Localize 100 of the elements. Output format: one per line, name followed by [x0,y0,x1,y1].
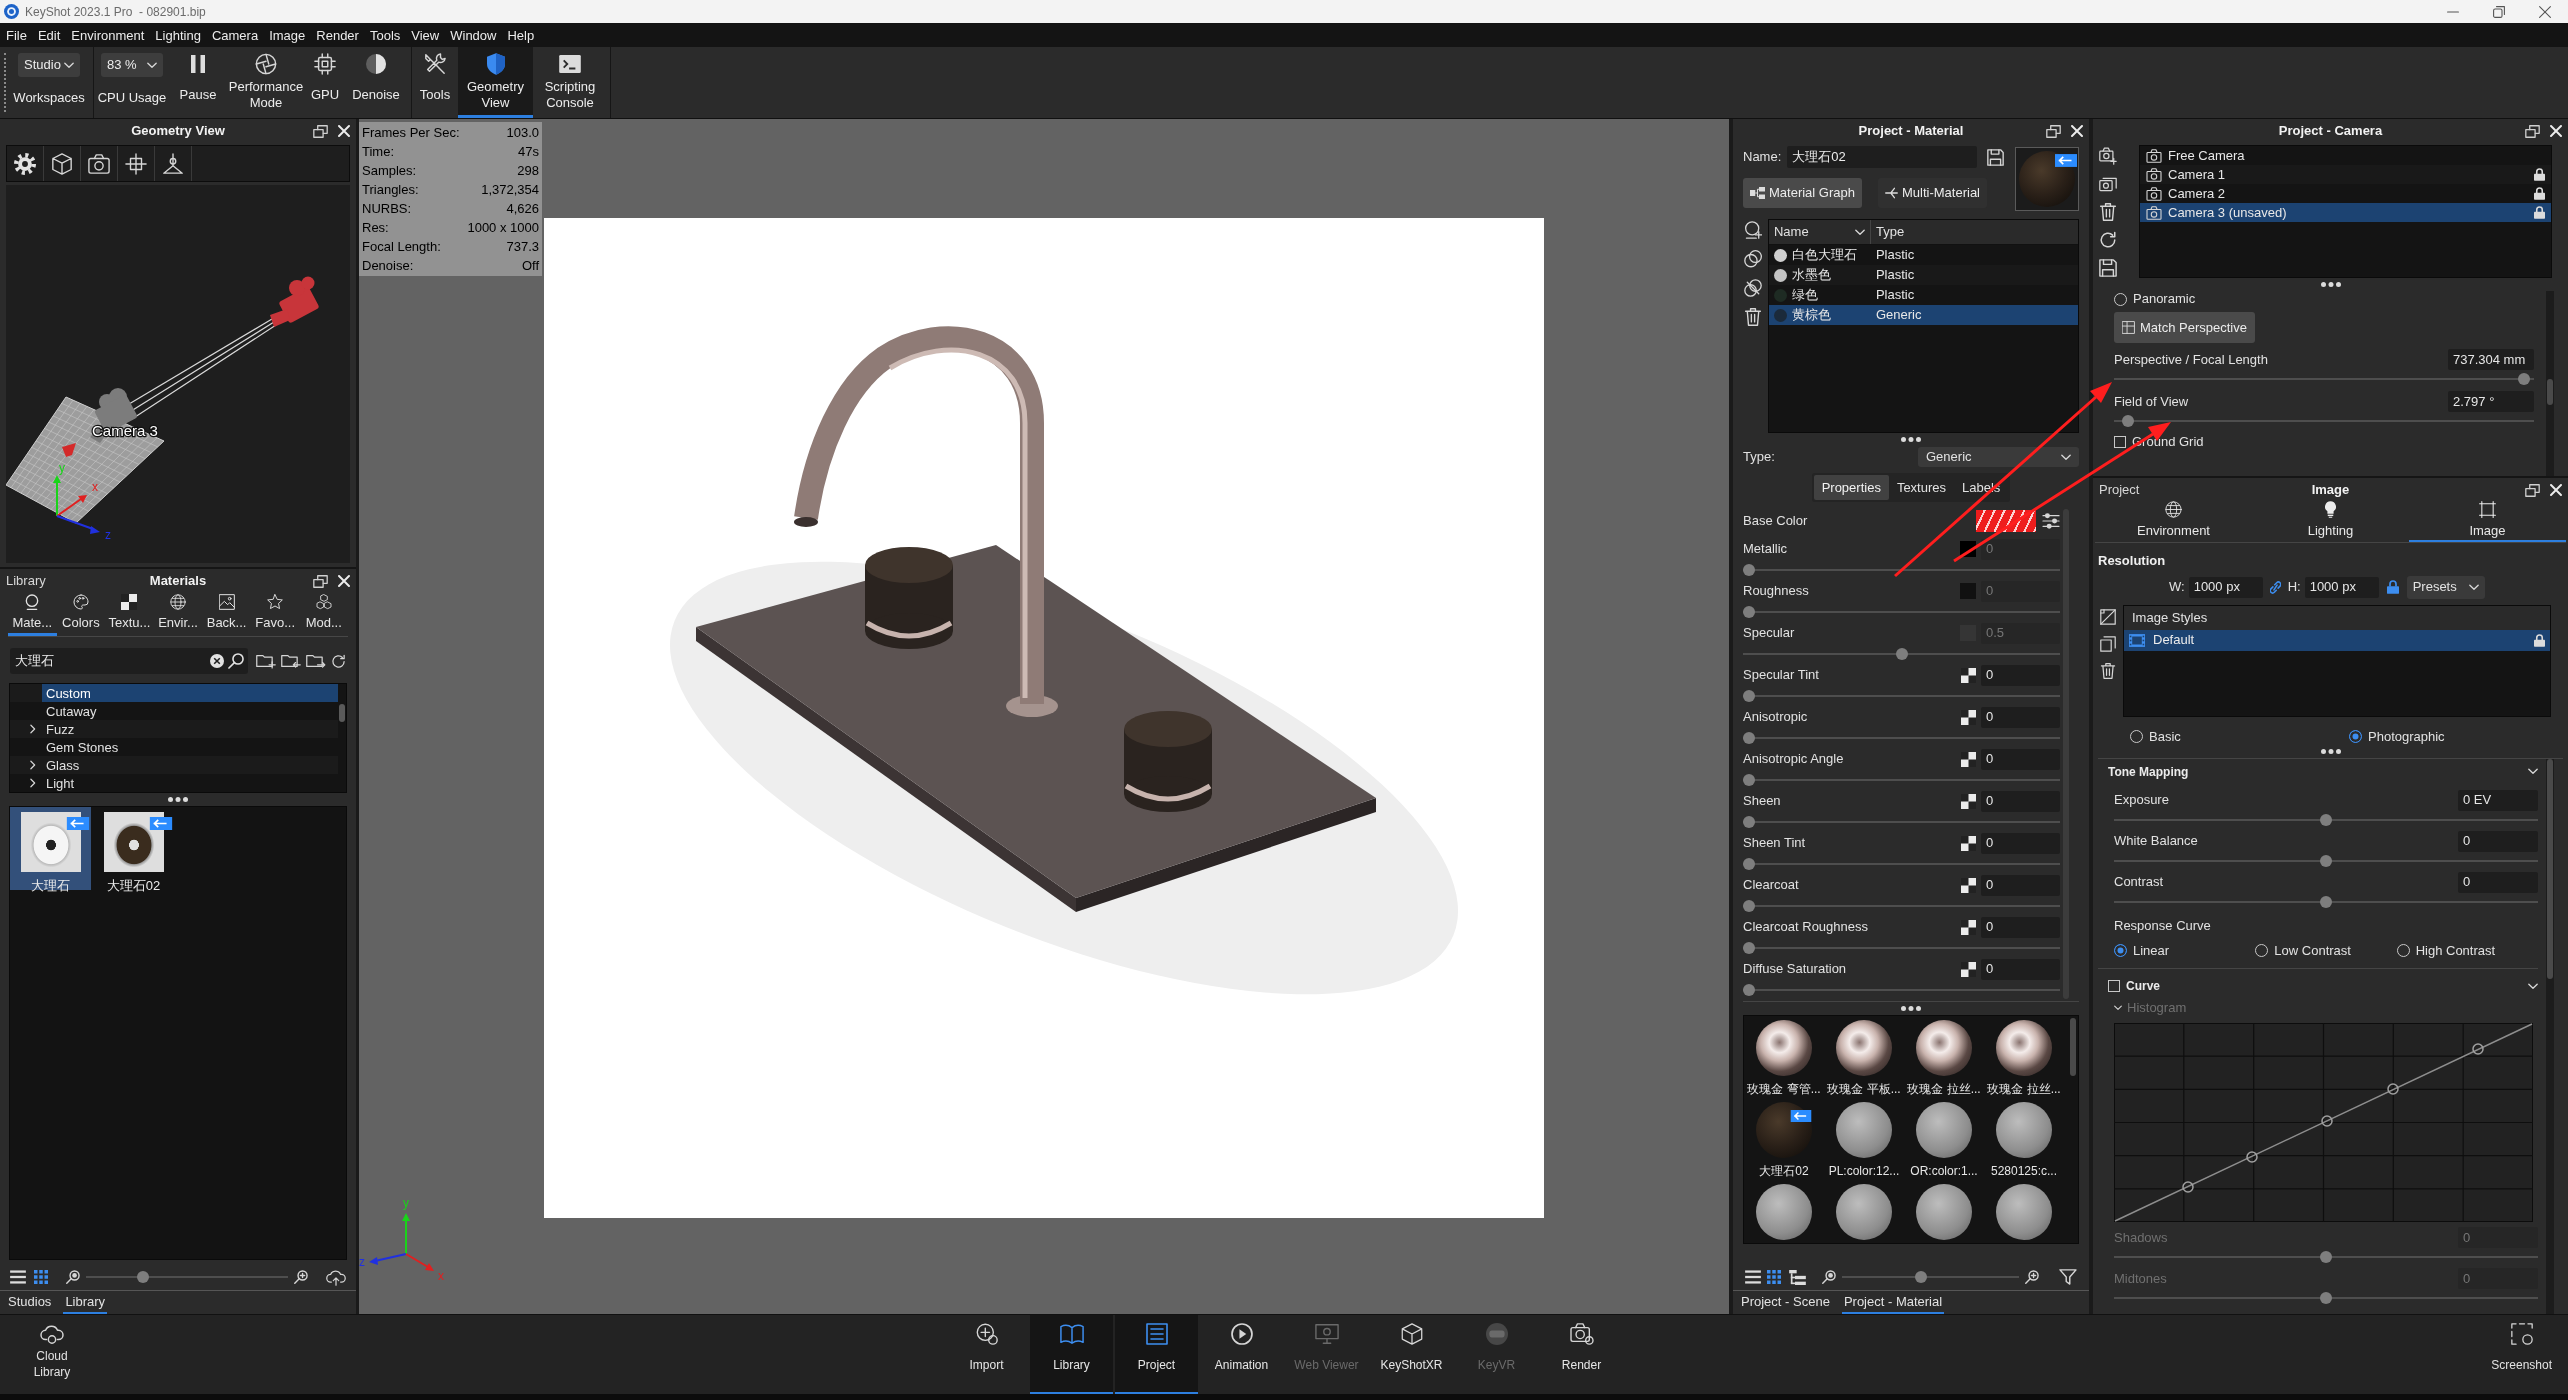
duplicate-style-icon[interactable] [2100,635,2116,652]
dropdown[interactable]: Studio [18,53,80,77]
zoom-out-icon[interactable] [66,1270,80,1284]
adjust-icon[interactable] [2042,513,2060,529]
curve-point[interactable] [2472,1043,2484,1055]
category-tab[interactable]: Textu... [105,593,154,636]
float-panel-icon[interactable] [2525,483,2540,497]
table-row[interactable]: 水墨色 Plastic [1768,265,2078,285]
value-field[interactable]: 2.797 ° [2448,391,2534,412]
duplicate-material-icon[interactable] [1743,250,1762,268]
splitter-handle-icon[interactable] [2320,748,2341,754]
slider-thumb[interactable] [1743,858,1755,870]
folder-export-icon[interactable] [306,653,326,669]
value-field[interactable]: 0 [1981,664,2060,686]
value-field[interactable]: 0 [1981,706,2060,728]
type-dropdown[interactable]: Generic [1918,447,2079,467]
slider-thumb[interactable] [137,1271,150,1283]
table-row[interactable]: 黄棕色 Generic [1768,305,2078,325]
list-item[interactable]: Camera 1 [2140,165,2551,184]
zoom-out-icon[interactable] [1822,1270,1836,1284]
library-item[interactable]: 大理石 [10,807,91,890]
value-field[interactable]: 0 [2458,830,2538,852]
menu-item[interactable]: Edit [37,28,61,42]
splitter-handle-icon[interactable] [1901,1006,1921,1011]
search-icon[interactable] [228,653,244,669]
curve-point[interactable] [2246,1151,2258,1163]
texture-slot-icon[interactable] [1961,877,1976,893]
checkbox[interactable] [2108,980,2120,992]
value-field[interactable]: 0 [1981,748,2060,770]
curve-point[interactable] [2387,1083,2399,1095]
delete-icon[interactable] [1743,308,1762,326]
slider-thumb[interactable] [1743,900,1755,912]
texture-slot-icon[interactable] [1961,835,1976,851]
panel-tab[interactable]: Project - Scene [1739,1291,1832,1314]
slider-thumb[interactable] [1914,1271,1927,1283]
library-item[interactable]: 大理石02 [93,807,174,890]
scripting-console-button[interactable]: Scripting Console [533,47,607,118]
value-field[interactable]: 0 [1981,790,2060,812]
menu-item[interactable]: Lighting [155,28,201,42]
add-style-icon[interactable] [2100,608,2116,625]
menu-item[interactable]: Render [316,28,359,42]
screenshot-button[interactable]: Screenshot [2491,1315,2552,1394]
dock-button[interactable]: Project [1115,1315,1198,1394]
close-icon[interactable] [338,575,350,587]
filter-icon[interactable] [2059,1269,2077,1285]
gpu-button[interactable]: GPU [306,47,344,118]
chevron-down-icon[interactable] [2528,768,2538,775]
cloud-library-button[interactable]: Cloud Library [24,1315,80,1394]
value-field[interactable]: 0 [2458,871,2538,893]
scrollbar-thumb[interactable] [2547,379,2553,405]
slider-thumb[interactable] [1743,816,1755,828]
refresh-icon[interactable] [2099,231,2117,249]
scrollbar-thumb[interactable] [2547,758,2553,979]
texture-slot-icon[interactable] [1961,919,1976,935]
category-tab[interactable]: Mate... [8,593,57,636]
tree-item[interactable]: Light [42,774,338,792]
tab[interactable]: Properties [1813,475,1889,500]
panel-tab[interactable]: Studios [6,1291,54,1314]
slider-thumb[interactable] [1743,774,1755,786]
slider-thumb[interactable] [2517,373,2530,385]
dock-button[interactable]: Library [1030,1315,1113,1394]
menu-item[interactable]: Environment [71,28,145,42]
list-item[interactable]: Camera 3 (unsaved) [2140,203,2551,222]
clear-icon[interactable] [210,654,224,668]
category-tab[interactable]: Mod... [299,593,349,636]
tree-item[interactable]: Custom [42,684,338,702]
dock-button[interactable]: Render [1540,1315,1623,1394]
dock-button[interactable]: Animation [1200,1315,1283,1394]
performance-mode-button[interactable]: Performance Mode [226,47,306,118]
float-panel-icon[interactable] [2525,124,2540,138]
value-field[interactable]: 737.304 mm [2448,349,2534,370]
texture-slot-icon[interactable] [1961,709,1976,725]
slider-thumb[interactable] [1743,732,1755,744]
save-icon[interactable] [1987,148,2005,166]
radio-button[interactable] [2349,729,2362,743]
delete-icon[interactable] [2100,662,2116,679]
tab[interactable]: Environment [2095,502,2252,542]
denoise-button[interactable]: Denoise [344,47,408,118]
pause-button[interactable]: Pause [170,47,226,118]
close-icon[interactable] [2550,125,2562,137]
slider-thumb[interactable] [2320,895,2332,908]
duplicate-camera-icon[interactable] [2099,175,2117,193]
search-field[interactable]: 大理石 [10,648,248,674]
close-icon[interactable] [338,125,350,137]
float-panel-icon[interactable] [313,124,328,138]
curve-point[interactable] [2321,1115,2333,1127]
tree-item[interactable]: Cutaway [42,702,338,720]
radio-button[interactable] [2114,944,2127,958]
presets-dropdown[interactable]: Presets [2406,575,2485,599]
list-item[interactable]: Default [2124,629,2550,651]
curve-point[interactable] [2182,1181,2194,1193]
geometry-view-button[interactable]: Geometry View [458,47,533,118]
slider-thumb[interactable] [2320,854,2332,867]
dropdown[interactable]: 83 % [101,53,163,77]
tree-item[interactable]: Fuzz [42,720,338,738]
tab[interactable]: Textures [1888,475,1955,500]
menu-item[interactable]: View [411,28,440,42]
chevron-down-icon[interactable] [2114,1005,2122,1011]
grid-view-icon[interactable] [34,1270,48,1284]
refresh-icon[interactable] [331,653,346,669]
